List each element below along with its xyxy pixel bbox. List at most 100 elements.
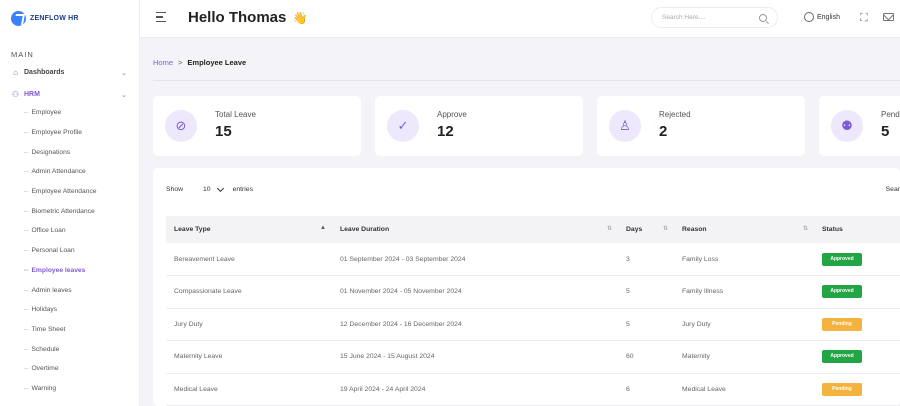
sidebar-subitem-time-sheet[interactable]: -- Time Sheet: [0, 320, 139, 340]
column-header-label: Leave Type: [174, 226, 211, 233]
sidebar-item-hrm[interactable]: ⚇ HRM ⌄: [0, 89, 139, 100]
sidebar-subitem-schedule[interactable]: -- Schedule: [0, 339, 139, 359]
column-header-leave-duration[interactable]: Leave Duration ⇅: [332, 216, 618, 243]
cell-days: 60: [626, 353, 634, 361]
sidebar-subitem-admin-attendance[interactable]: -- Admin Attendance: [0, 162, 139, 182]
top-header: Hello Thomas 👋 English ⛶: [140, 0, 900, 38]
cell-leave-duration: 01 November 2024 - 05 November 2024: [340, 288, 462, 296]
mail-icon[interactable]: [883, 13, 894, 21]
table-row[interactable]: Bereavement Leave 01 September 2024 - 03…: [166, 243, 900, 276]
sidebar-subitem-admin-leaves[interactable]: -- Admin leaves: [0, 280, 139, 300]
sidebar-subitem-label: Employee Attendance: [31, 188, 97, 196]
cell-reason: Jury Duty: [682, 320, 711, 328]
sidebar-subitem-label: Biometric Attendance: [31, 207, 95, 215]
stat-label: Total Leave: [215, 110, 256, 119]
show-label: Show: [166, 186, 184, 193]
divider: [153, 80, 900, 81]
entries-select[interactable]: 10: [203, 184, 224, 193]
sidebar-subitem-label: Holidays: [31, 306, 58, 314]
cell-leave-duration: 15 June 2024 - 15 August 2024: [340, 353, 435, 361]
status-badge: Pending: [822, 382, 862, 396]
chevron-down-icon: ⌄: [121, 69, 127, 77]
breadcrumb-home-link[interactable]: Home: [153, 58, 173, 67]
sidebar-subitem-employee-profile[interactable]: -- Employee Profile: [0, 123, 139, 143]
stat-value: 2: [659, 123, 668, 140]
stat-card-approve: ✓ Approve 12: [375, 96, 583, 156]
cell-reason: Maternity: [682, 353, 710, 361]
logo-icon: [11, 10, 26, 26]
sidebar-subitem-label: Schedule: [31, 345, 60, 353]
logo[interactable]: ZENFLOW HR: [0, 0, 139, 36]
cell-leave-type: Compassionate Leave: [174, 288, 242, 296]
stat-card-rejected: ♙ Rejected 2: [597, 96, 805, 156]
greeting-text: Hello Thomas: [188, 9, 287, 26]
column-header-label: Leave Duration: [340, 226, 390, 233]
sidebar-subitem-label: Employee: [31, 109, 62, 117]
language-label: English: [817, 13, 840, 21]
cell-reason: Family Illness: [682, 288, 724, 296]
status-badge: Approved: [822, 252, 862, 266]
table-row[interactable]: Compassionate Leave 01 November 2024 - 0…: [166, 276, 900, 309]
entries-value: 10: [203, 186, 211, 193]
cell-days: 5: [626, 288, 630, 296]
table-row[interactable]: Jury Duty 12 December 2024 - 16 December…: [166, 308, 900, 341]
sidebar-subitem-personal-loan[interactable]: -- Personal Loan: [0, 241, 139, 261]
table-header-row: Leave Type ▲ Leave Duration ⇅ Days ⇅ Reason…: [166, 216, 900, 243]
sidebar-subitem-warning[interactable]: -- Warning: [0, 379, 139, 399]
sort-icon: ⇅: [662, 226, 668, 232]
search-input[interactable]: [662, 14, 759, 21]
search-icon[interactable]: [759, 13, 767, 22]
sidebar-section-title: MAIN: [11, 50, 34, 59]
cell-days: 6: [626, 385, 630, 393]
cell-leave-type: Medical Leave: [174, 385, 218, 393]
sidebar-item-dashboards[interactable]: ⌂ Dashboards ⌄: [0, 67, 139, 78]
page-greeting: Hello Thomas 👋: [188, 9, 307, 26]
table-search-label: Sear: [885, 186, 900, 193]
breadcrumb-separator: >: [178, 58, 183, 67]
status-badge: Approved: [822, 285, 862, 299]
search-box[interactable]: [651, 7, 778, 28]
sidebar-subitem-overtime[interactable]: -- Overtime: [0, 359, 139, 379]
column-header-label: Status: [822, 226, 843, 233]
menu-toggle-icon[interactable]: [156, 12, 166, 25]
stat-value: 15: [215, 123, 232, 140]
sidebar-subitem-label: Time Sheet: [31, 325, 66, 333]
sort-icon: ⇅: [802, 226, 808, 232]
language-selector[interactable]: English: [804, 12, 840, 22]
stat-value: 12: [437, 123, 454, 140]
column-header-reason[interactable]: Reason ⇅: [674, 216, 814, 243]
column-header-leave-type[interactable]: Leave Type ▲: [166, 216, 332, 243]
sidebar-subitem-employee-leaves[interactable]: -- Employee leaves: [0, 261, 139, 281]
cell-reason: Family Loss: [682, 255, 719, 263]
chevron-down-icon: [216, 184, 224, 192]
table-row[interactable]: Maternity Leave 15 June 2024 - 15 August…: [166, 341, 900, 374]
home-icon: ⌂: [13, 68, 18, 77]
sidebar-subitem-label: Personal Loan: [31, 247, 75, 255]
cell-status: Approved: [814, 341, 900, 374]
sidebar-subitem-office-loan[interactable]: -- Office Loan: [0, 221, 139, 241]
table-row[interactable]: Medical Leave 19 April 2024 - 24 April 2…: [166, 373, 900, 406]
status-badge: Pending: [822, 317, 862, 331]
sidebar-subitem-designations[interactable]: -- Designations: [0, 142, 139, 162]
column-header-days[interactable]: Days ⇅: [618, 216, 674, 243]
column-header-label: Days: [626, 226, 643, 233]
sidebar-subitem-employee-attendance[interactable]: -- Employee Attendance: [0, 182, 139, 202]
cell-days: 5: [626, 320, 630, 328]
column-header-status[interactable]: Status: [814, 216, 900, 243]
sidebar-subitem-label: Office Loan: [31, 227, 66, 235]
sidebar-subitem-label: Warning: [31, 384, 57, 392]
stat-label: Approve: [437, 110, 467, 119]
sidebar-subitem-biometric-attendance[interactable]: -- Biometric Attendance: [0, 201, 139, 221]
fullscreen-icon[interactable]: ⛶: [860, 12, 868, 25]
sidebar-subitem-label: Admin Attendance: [31, 168, 86, 176]
sidebar-subitem-employee[interactable]: -- Employee: [0, 103, 139, 123]
cell-reason: Medical Leave: [682, 385, 726, 393]
breadcrumb: Home > Employee Leave: [153, 58, 246, 67]
entries-label: entries: [232, 186, 253, 193]
sidebar-subitem-label: Admin leaves: [31, 286, 72, 294]
cell-leave-duration: 12 December 2024 - 16 December 2024: [340, 320, 462, 328]
stat-card-pending: ⚉ Pend 5: [819, 96, 900, 156]
hrm-submenu: -- Employee -- Employee Profile -- Designat…: [0, 103, 139, 398]
sidebar-subitem-holidays[interactable]: -- Holidays: [0, 300, 139, 320]
cell-status: Approved: [814, 276, 900, 309]
